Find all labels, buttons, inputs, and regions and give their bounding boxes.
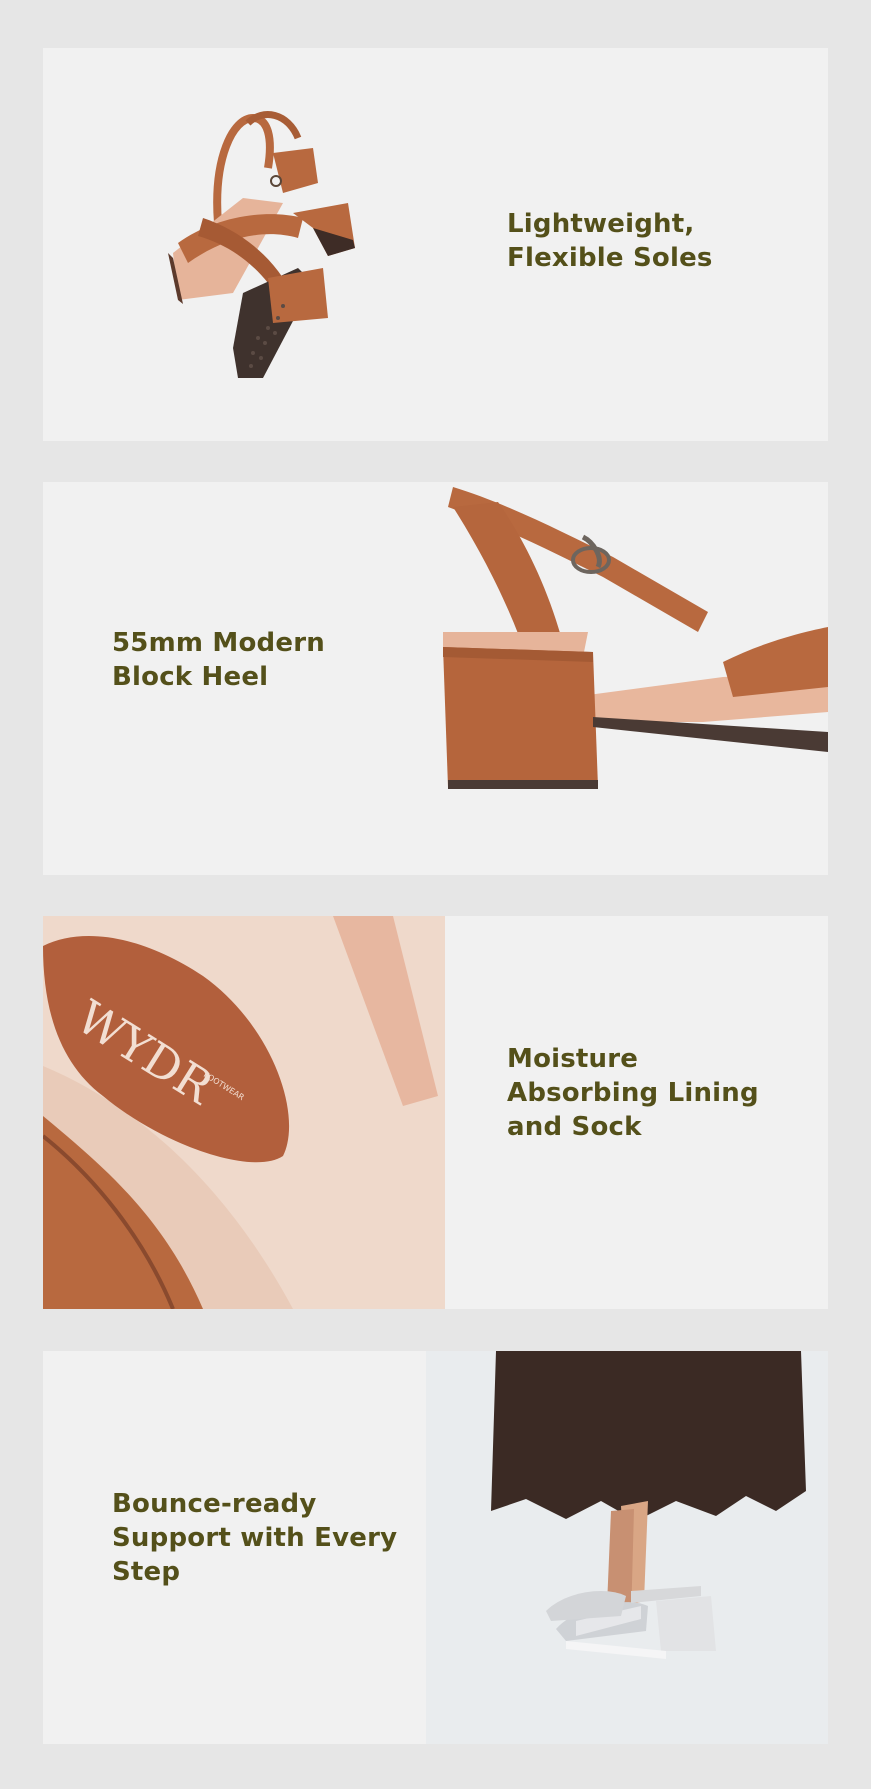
feature-panel-lining: WYDR FOOTWEAR Moisture Absorbing Lining … (43, 916, 828, 1309)
caption-line: Step (112, 1557, 181, 1587)
insole-lining-closeup-image: WYDR FOOTWEAR (43, 916, 445, 1309)
feature-panel-block-heel: 55mm Modern Block Heel (43, 482, 828, 875)
caption-line: Bounce-ready (112, 1489, 317, 1519)
caption-line: Flexible Soles (507, 243, 713, 273)
floating-sandal-pair-image (123, 78, 363, 378)
caption-line: Support with Every (112, 1523, 398, 1553)
feature-panel-flexible-soles: Lightweight, Flexible Soles (43, 48, 828, 441)
caption-line: Moisture (507, 1044, 639, 1074)
feature-caption: 55mm Modern Block Heel (112, 626, 325, 694)
feature-caption: Bounce-ready Support with Every Step (112, 1487, 397, 1589)
caption-line: Block Heel (112, 662, 269, 692)
model-silver-sandals-image (426, 1351, 828, 1744)
feature-caption: Lightweight, Flexible Soles (507, 207, 713, 275)
caption-line: 55mm Modern (112, 628, 325, 658)
caption-line: Lightweight, (507, 209, 695, 239)
caption-line: Absorbing Lining (507, 1078, 759, 1108)
caption-line: and Sock (507, 1112, 642, 1142)
block-heel-closeup-image (443, 482, 828, 875)
feature-caption: Moisture Absorbing Lining and Sock (507, 1042, 759, 1144)
feature-panel-support: Bounce-ready Support with Every Step (43, 1351, 828, 1744)
